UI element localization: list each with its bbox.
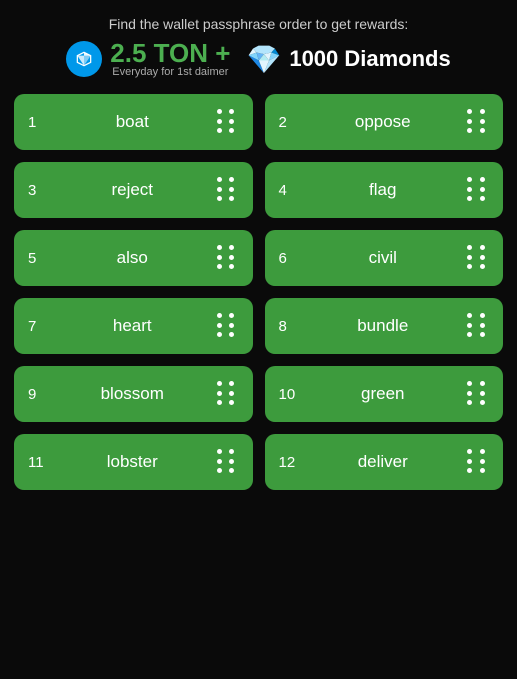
- word-number: 1: [28, 114, 48, 131]
- dice-icon: [467, 313, 489, 339]
- instruction-text: Find the wallet passphrase order to get …: [14, 16, 503, 32]
- word-label: reject: [48, 180, 217, 200]
- word-label: bundle: [299, 316, 468, 336]
- dice-icon: [467, 449, 489, 475]
- word-number: 2: [279, 114, 299, 131]
- word-number: 8: [279, 318, 299, 335]
- word-card[interactable]: 8bundle: [265, 298, 504, 354]
- word-number: 12: [279, 454, 299, 471]
- dice-icon: [217, 245, 239, 271]
- word-card[interactable]: 2oppose: [265, 94, 504, 150]
- word-label: green: [299, 384, 468, 404]
- word-card[interactable]: 11lobster: [14, 434, 253, 490]
- dice-icon: [217, 449, 239, 475]
- word-number: 4: [279, 182, 299, 199]
- words-grid: 1boat2oppose3reject4flag5also6civil7hear…: [14, 94, 503, 490]
- word-label: civil: [299, 248, 468, 268]
- word-label: oppose: [299, 112, 468, 132]
- header: Find the wallet passphrase order to get …: [14, 16, 503, 78]
- word-number: 3: [28, 182, 48, 199]
- dice-icon: [217, 381, 239, 407]
- ton-subtitle: Everyday for 1st daimer: [110, 66, 230, 78]
- word-card[interactable]: 10green: [265, 366, 504, 422]
- word-label: flag: [299, 180, 468, 200]
- diamonds-text: 1000 Diamonds: [289, 46, 450, 72]
- word-label: heart: [48, 316, 217, 336]
- dice-icon: [217, 313, 239, 339]
- word-label: deliver: [299, 452, 468, 472]
- dice-icon: [467, 245, 489, 271]
- word-label: also: [48, 248, 217, 268]
- dice-icon: [217, 109, 239, 135]
- word-number: 6: [279, 250, 299, 267]
- ton-text-block: 2.5 TON + Everyday for 1st daimer: [110, 40, 230, 78]
- word-card[interactable]: 5also: [14, 230, 253, 286]
- word-label: blossom: [48, 384, 217, 404]
- word-label: lobster: [48, 452, 217, 472]
- word-card[interactable]: 4flag: [265, 162, 504, 218]
- dice-icon: [467, 177, 489, 203]
- dice-icon: [217, 177, 239, 203]
- word-card[interactable]: 12deliver: [265, 434, 504, 490]
- word-number: 9: [28, 386, 48, 403]
- word-number: 11: [28, 454, 48, 471]
- word-card[interactable]: 3reject: [14, 162, 253, 218]
- ton-icon: [66, 41, 102, 77]
- ton-amount: 2.5 TON +: [110, 40, 230, 66]
- dice-icon: [467, 109, 489, 135]
- diamond-icon: 💎: [246, 43, 281, 76]
- word-card[interactable]: 7heart: [14, 298, 253, 354]
- diamond-block: 💎 1000 Diamonds: [246, 43, 450, 76]
- word-label: boat: [48, 112, 217, 132]
- word-card[interactable]: 9blossom: [14, 366, 253, 422]
- word-number: 5: [28, 250, 48, 267]
- word-card[interactable]: 1boat: [14, 94, 253, 150]
- word-number: 7: [28, 318, 48, 335]
- dice-icon: [467, 381, 489, 407]
- reward-row: 2.5 TON + Everyday for 1st daimer 💎 1000…: [14, 40, 503, 78]
- word-card[interactable]: 6civil: [265, 230, 504, 286]
- ton-block: 2.5 TON + Everyday for 1st daimer: [66, 40, 230, 78]
- word-number: 10: [279, 386, 299, 403]
